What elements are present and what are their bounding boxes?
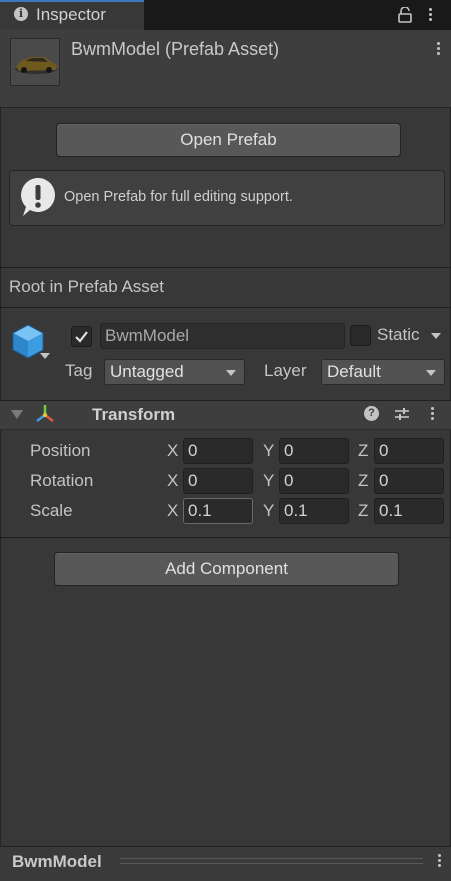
preview-menu-icon[interactable] bbox=[434, 852, 444, 870]
component-title: Transform bbox=[92, 405, 176, 424]
position-x-field[interactable]: 0 bbox=[183, 438, 253, 464]
static-checkbox[interactable] bbox=[350, 325, 371, 346]
open-prefab-button[interactable]: Open Prefab bbox=[56, 123, 401, 157]
tag-value: Untagged bbox=[110, 362, 184, 381]
presets-icon[interactable] bbox=[394, 406, 410, 422]
exclamation-icon bbox=[21, 178, 55, 216]
page-title: BwmModel (Prefab Asset) bbox=[71, 39, 280, 59]
axis-z-label[interactable]: Z bbox=[358, 471, 368, 491]
axis-z-label[interactable]: Z bbox=[358, 501, 368, 521]
tag-dropdown[interactable]: Untagged bbox=[104, 359, 245, 385]
rotation-y-field[interactable]: 0 bbox=[279, 468, 349, 494]
transform-header[interactable] bbox=[0, 400, 451, 430]
position-y-field[interactable]: 0 bbox=[279, 438, 349, 464]
tab-label: Inspector bbox=[36, 5, 106, 24]
divider bbox=[0, 537, 451, 538]
axis-x-label[interactable]: X bbox=[167, 471, 178, 491]
position-label: Position bbox=[30, 441, 91, 460]
position-z-field[interactable]: 0 bbox=[374, 438, 444, 464]
static-label[interactable]: Static bbox=[377, 325, 420, 345]
scale-x-field[interactable]: 0.1 bbox=[183, 498, 253, 524]
scale-label: Scale bbox=[30, 501, 73, 520]
lock-icon[interactable] bbox=[398, 7, 412, 23]
resize-grip[interactable] bbox=[120, 858, 423, 864]
foldout-arrow-icon[interactable] bbox=[11, 410, 23, 419]
rotation-z-field[interactable]: 0 bbox=[374, 468, 444, 494]
chevron-down-icon bbox=[226, 370, 236, 376]
scale-z-field[interactable]: 0.1 bbox=[374, 498, 444, 524]
prefab-thumbnail bbox=[10, 38, 60, 86]
component-menu-icon[interactable] bbox=[427, 405, 437, 423]
axis-z-label[interactable]: Z bbox=[358, 441, 368, 461]
add-component-button[interactable]: Add Component bbox=[54, 552, 399, 586]
tag-label: Tag bbox=[65, 361, 93, 380]
layer-label: Layer bbox=[264, 361, 307, 380]
chevron-down-icon[interactable] bbox=[431, 333, 441, 339]
divider bbox=[0, 267, 451, 268]
chevron-down-icon bbox=[426, 370, 436, 376]
layer-value: Default bbox=[327, 362, 381, 381]
axis-x-label[interactable]: X bbox=[167, 441, 178, 461]
tab-menu-icon[interactable] bbox=[425, 6, 435, 24]
chevron-down-icon[interactable] bbox=[40, 353, 50, 359]
axis-x-label[interactable]: X bbox=[167, 501, 178, 521]
axis-y-label[interactable]: Y bbox=[263, 471, 274, 491]
header-menu-icon[interactable] bbox=[433, 40, 443, 60]
active-checkbox[interactable] bbox=[71, 326, 92, 347]
info-icon: i bbox=[14, 7, 28, 21]
divider bbox=[0, 307, 451, 308]
rotation-label: Rotation bbox=[30, 471, 94, 490]
scale-y-field[interactable]: 0.1 bbox=[279, 498, 349, 524]
help-text: Open Prefab for full editing support. bbox=[64, 189, 293, 205]
name-field[interactable]: BwmModel bbox=[100, 323, 345, 349]
layer-dropdown[interactable]: Default bbox=[321, 359, 445, 385]
rotation-x-field[interactable]: 0 bbox=[183, 468, 253, 494]
axis-y-label[interactable]: Y bbox=[263, 501, 274, 521]
help-icon[interactable]: ? bbox=[364, 406, 379, 421]
axis-y-label[interactable]: Y bbox=[263, 441, 274, 461]
preview-title: BwmModel bbox=[12, 852, 102, 871]
section-label: Root in Prefab Asset bbox=[9, 277, 164, 296]
transform-icon bbox=[36, 405, 54, 422]
